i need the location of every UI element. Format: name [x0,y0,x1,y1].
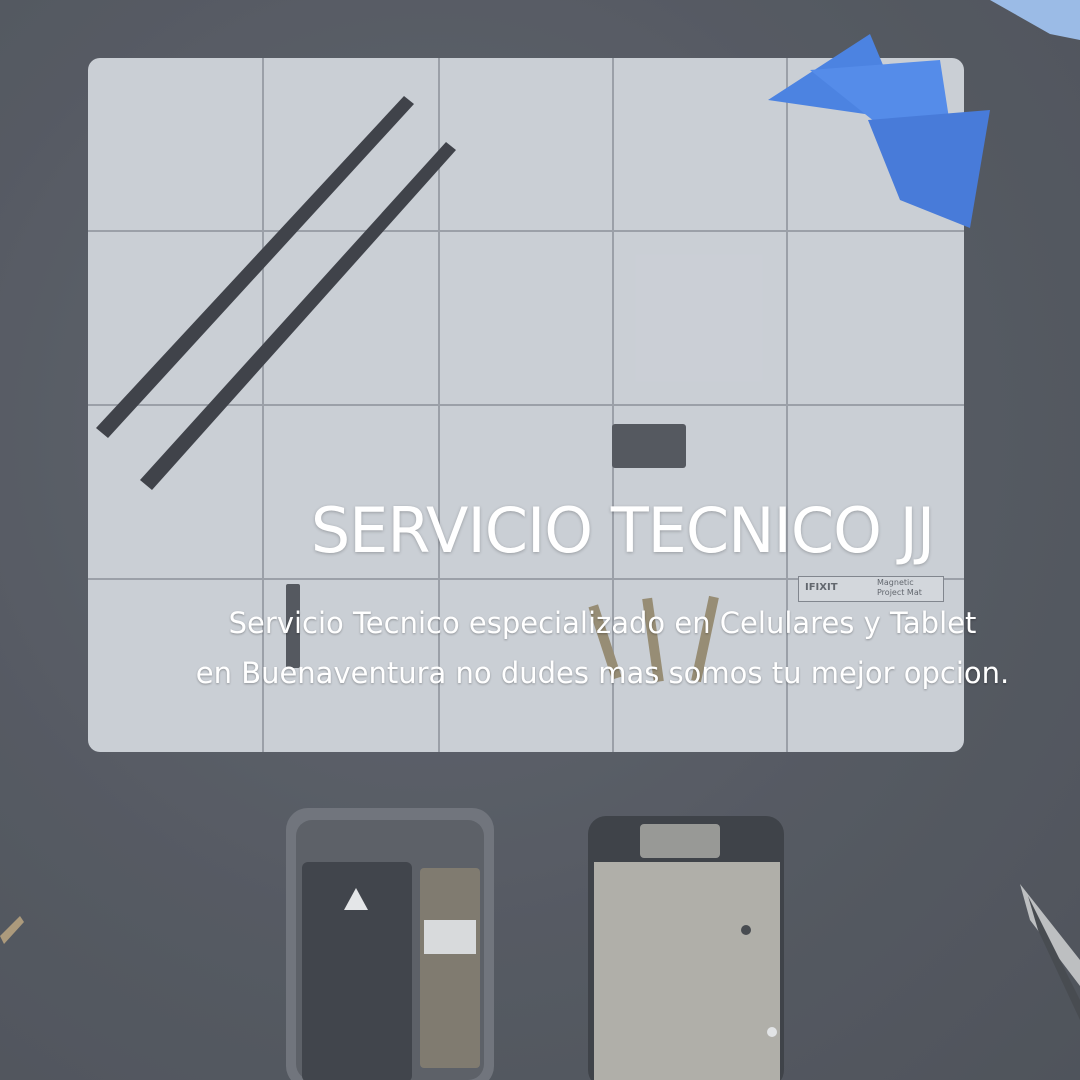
hero-subtitle-line2: en Buenaventura no dudes mas somos tu me… [195,656,1010,690]
hero-subtitle: Servicio Tecnico especializado en Celula… [150,598,1055,698]
hero-subtitle-line1: Servicio Tecnico especializado en Celula… [228,606,977,640]
hero-banner: IFIXIT Magnetic Project Mat SERVICIO TEC… [0,0,1080,1080]
hero-title: SERVICIO TECNICO JJ [310,493,935,567]
